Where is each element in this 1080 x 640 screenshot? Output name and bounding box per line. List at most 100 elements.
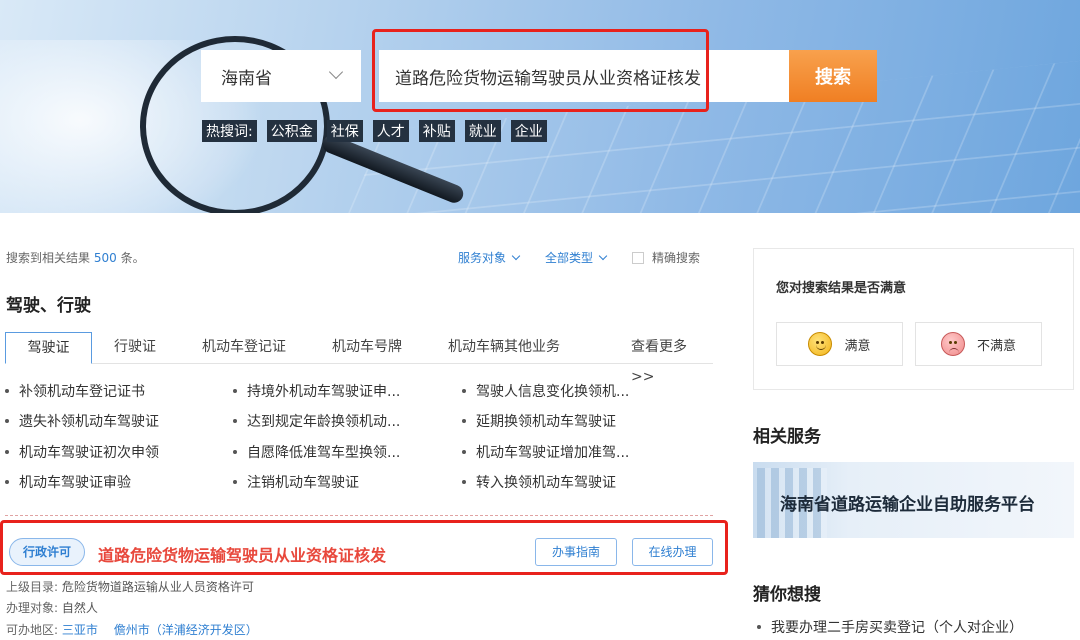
parent-directory-label: 上级目录: xyxy=(6,580,59,594)
bullet-icon xyxy=(462,479,466,484)
list-item[interactable]: 延期换领机动车驾驶证 xyxy=(462,411,616,431)
category-title: 驾驶、行驶 xyxy=(6,296,91,316)
list-item[interactable]: 自愿降低准驾车型换领... xyxy=(233,442,400,462)
hot-search-term[interactable]: 社保 xyxy=(326,120,363,142)
list-item[interactable]: 转入换领机动车驾驶证 xyxy=(462,472,616,492)
chevron-down-icon xyxy=(598,251,608,261)
guess-search-item-label: 我要办理二手房买卖登记（个人对企业） xyxy=(771,620,1023,636)
service-target-label: 办理对象: xyxy=(6,601,59,615)
service-target-filter[interactable]: 服务对象 xyxy=(458,249,521,266)
exact-search-checkbox[interactable] xyxy=(632,251,645,264)
type-filter[interactable]: 全部类型 xyxy=(545,249,608,266)
tab-driving-license[interactable]: 驾驶证 xyxy=(5,332,92,364)
hot-search-label: 热搜词: xyxy=(202,120,257,142)
bullet-icon xyxy=(462,449,466,454)
list-item[interactable]: 遗失补领机动车驾驶证 xyxy=(5,411,159,431)
transport-platform-text: 海南省道路运输企业自助服务平台 xyxy=(780,495,1035,515)
related-services-title: 相关服务 xyxy=(753,427,821,447)
satisfaction-title: 您对搜索结果是否满意 xyxy=(776,281,907,296)
list-item-label: 达到规定年龄换领机动... xyxy=(247,414,401,430)
guess-search-title: 猜你想搜 xyxy=(753,585,821,605)
unsatisfied-button[interactable]: 不满意 xyxy=(915,322,1042,366)
divider xyxy=(5,515,713,516)
tab-other-vehicle-services[interactable]: 机动车辆其他业务 xyxy=(448,332,560,363)
satisfied-label: 满意 xyxy=(844,338,871,354)
search-button[interactable]: 搜索 xyxy=(789,50,877,102)
province-select[interactable]: 海南省 xyxy=(201,50,361,102)
unsatisfied-label: 不满意 xyxy=(976,338,1016,354)
list-item-label: 驾驶人信息变化换领机... xyxy=(476,384,630,400)
bullet-icon xyxy=(233,388,237,393)
tab-license-plate[interactable]: 机动车号牌 xyxy=(332,332,402,363)
result-count-number: 500 xyxy=(93,251,117,265)
list-item-label: 遗失补领机动车驾驶证 xyxy=(19,414,159,430)
hot-search-term[interactable]: 人才 xyxy=(372,120,409,142)
list-item-label: 注销机动车驾驶证 xyxy=(247,475,359,491)
search-banner: 海南省 搜索 热搜词: 公积金 社保 人才 补贴 就业 企业 xyxy=(0,0,1080,213)
chevron-down-icon xyxy=(328,64,344,80)
exact-search-label: 精确搜索 xyxy=(652,251,701,265)
result-count-prefix: 搜索到相关结果 xyxy=(6,251,91,265)
search-input[interactable] xyxy=(379,50,789,102)
satisfied-button[interactable]: 满意 xyxy=(776,322,903,366)
list-item-label: 机动车驾驶证初次申领 xyxy=(19,445,159,461)
list-item[interactable]: 补领机动车登记证书 xyxy=(5,381,145,401)
result-filters: 服务对象 全部类型 精确搜索 xyxy=(458,249,700,266)
guess-search-item[interactable]: 我要办理二手房买卖登记（个人对企业） xyxy=(757,617,1023,637)
category-tabs: 驾驶证 行驶证 机动车登记证 机动车号牌 机动车辆其他业务 查看更多 >> xyxy=(5,332,713,385)
bullet-icon xyxy=(5,418,9,423)
bullet-icon xyxy=(5,388,9,393)
hot-search-term[interactable]: 企业 xyxy=(510,120,547,142)
list-item-label: 自愿降低准驾车型换领... xyxy=(247,445,401,461)
available-regions-label: 可办地区: xyxy=(6,623,59,637)
bullet-icon xyxy=(5,479,9,484)
bullet-icon xyxy=(462,388,466,393)
service-target-value: 自然人 xyxy=(61,601,98,615)
service-target: 办理对象: 自然人 xyxy=(6,599,98,616)
list-item-label: 机动车驾驶证审验 xyxy=(19,475,131,491)
satisfaction-card: 您对搜索结果是否满意 满意 不满意 xyxy=(753,248,1074,390)
view-more-link[interactable]: 查看更多 >> xyxy=(631,332,713,385)
hot-search-term[interactable]: 补贴 xyxy=(418,120,455,142)
tab-vehicle-registration[interactable]: 机动车登记证 xyxy=(202,332,286,363)
list-item-label: 转入换领机动车驾驶证 xyxy=(476,475,616,491)
permit-type-badge: 行政许可 xyxy=(9,538,85,566)
list-item[interactable]: 注销机动车驾驶证 xyxy=(233,472,359,492)
service-target-filter-label: 服务对象 xyxy=(458,251,507,265)
bullet-icon xyxy=(233,449,237,454)
type-filter-label: 全部类型 xyxy=(545,251,594,265)
hot-search-term[interactable]: 就业 xyxy=(464,120,501,142)
region-link[interactable]: 三亚市 xyxy=(62,623,98,637)
parent-directory: 上级目录: 危险货物道路运输从业人员资格许可 xyxy=(6,578,254,595)
list-item[interactable]: 机动车驾驶证增加准驾... xyxy=(462,442,629,462)
list-item[interactable]: 达到规定年龄换领机动... xyxy=(233,411,400,431)
smile-icon xyxy=(808,332,833,356)
province-select-label: 海南省 xyxy=(221,68,272,89)
region-link[interactable]: 儋州市（洋浦经济开发区） xyxy=(114,623,258,637)
result-count-suffix: 条。 xyxy=(120,251,145,265)
list-item[interactable]: 持境外机动车驾驶证申... xyxy=(233,381,400,401)
list-item[interactable]: 驾驶人信息变化换领机... xyxy=(462,381,629,401)
bullet-icon xyxy=(233,479,237,484)
list-item[interactable]: 机动车驾驶证审验 xyxy=(5,472,131,492)
chevron-down-icon xyxy=(511,251,521,261)
exact-search-toggle[interactable]: 精确搜索 xyxy=(632,249,700,266)
list-item-label: 机动车驾驶证增加准驾... xyxy=(476,445,630,461)
frown-icon xyxy=(940,332,965,356)
list-item[interactable]: 机动车驾驶证初次申领 xyxy=(5,442,159,462)
list-item-label: 补领机动车登记证书 xyxy=(19,384,145,400)
result-count: 搜索到相关结果 500 条。 xyxy=(6,249,145,266)
bullet-icon xyxy=(757,624,761,629)
list-item-label: 延期换领机动车驾驶证 xyxy=(476,414,616,430)
guide-button[interactable]: 办事指南 xyxy=(535,538,617,566)
available-regions: 可办地区: 三亚市 儋州市（洋浦经济开发区） xyxy=(6,621,270,638)
online-apply-button[interactable]: 在线办理 xyxy=(632,538,713,566)
parent-directory-value: 危险货物道路运输从业人员资格许可 xyxy=(61,580,254,594)
tab-vehicle-license[interactable]: 行驶证 xyxy=(114,332,156,363)
list-item-label: 持境外机动车驾驶证申... xyxy=(247,384,401,400)
bullet-icon xyxy=(233,418,237,423)
result-title-link[interactable]: 道路危险货物运输驾驶员从业资格证核发 xyxy=(98,542,386,566)
hot-search-term[interactable]: 公积金 xyxy=(266,120,317,142)
transport-platform-banner[interactable]: 海南省道路运输企业自助服务平台 xyxy=(753,462,1074,538)
bullet-icon xyxy=(5,449,9,454)
